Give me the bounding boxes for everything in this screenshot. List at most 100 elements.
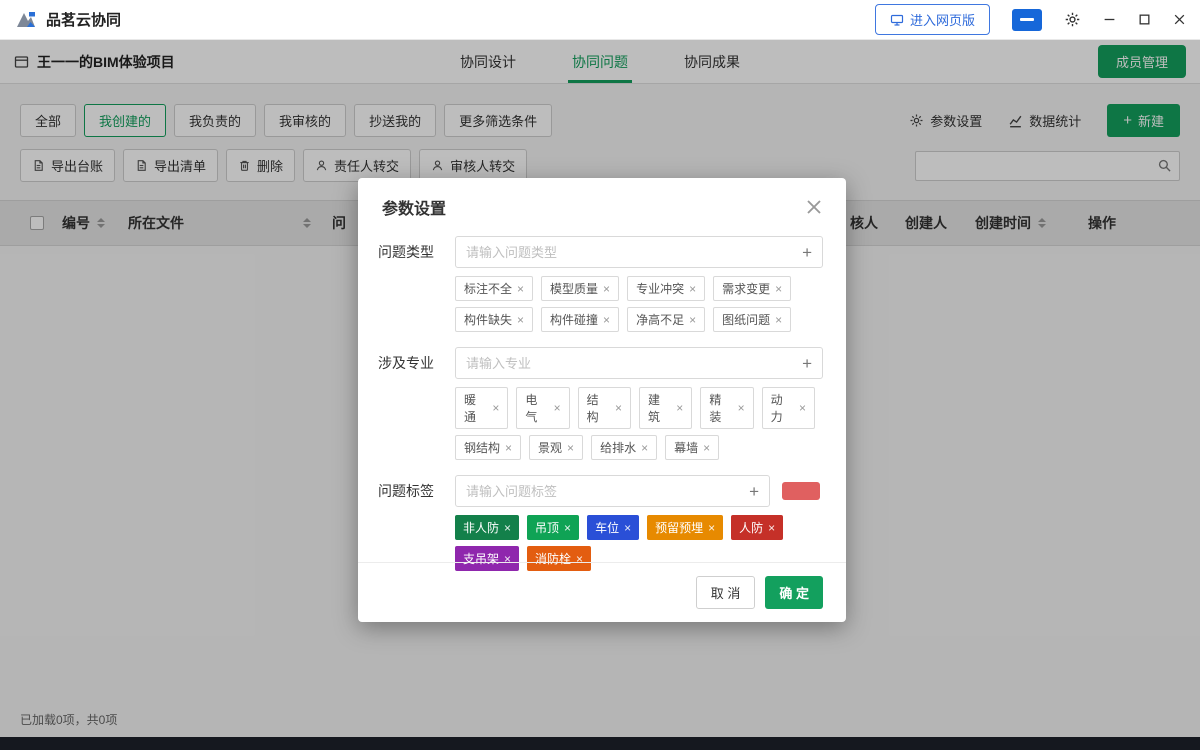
issue-tags-label: 问题标签 (378, 481, 455, 501)
color-tag-chip[interactable]: 非人防 (455, 515, 519, 540)
remove-tag-icon[interactable] (615, 402, 622, 414)
tag-label: 需求变更 (722, 280, 770, 297)
remove-tag-icon[interactable] (567, 442, 574, 454)
color-tag-chip[interactable]: 车位 (587, 515, 639, 540)
remove-tag-icon[interactable] (504, 522, 511, 534)
remove-tag-icon[interactable] (603, 314, 610, 326)
issue-type-input-wrap (455, 236, 823, 268)
tag-chip[interactable]: 景观 (529, 435, 583, 460)
remove-tag-icon[interactable] (624, 522, 631, 534)
remove-tag-icon[interactable] (505, 442, 512, 454)
maximize-button[interactable] (1138, 13, 1151, 26)
tag-chip[interactable]: 专业冲突 (627, 276, 705, 301)
tag-label: 图纸问题 (722, 311, 770, 328)
tag-chip[interactable]: 需求变更 (713, 276, 791, 301)
remove-tag-icon[interactable] (775, 314, 782, 326)
issue-type-tags: 标注不全 模型质量 专业冲突 需求变更 构件缺失 构件碰撞 净高不足 图纸问题 (378, 276, 823, 332)
tag-label: 预留预埋 (655, 519, 703, 536)
issue-type-field: 问题类型 (378, 236, 823, 268)
issue-type-label: 问题类型 (378, 242, 455, 262)
assistant-icon (1020, 18, 1034, 21)
tag-label: 给排水 (600, 439, 636, 456)
tag-chip[interactable]: 动力 (762, 387, 815, 429)
tag-chip[interactable]: 暖通 (455, 387, 508, 429)
tag-label: 建筑 (648, 391, 671, 425)
remove-tag-icon[interactable] (708, 522, 715, 534)
modal-title: 参数设置 (382, 195, 446, 219)
tag-label: 模型质量 (550, 280, 598, 297)
tag-label: 暖通 (464, 391, 487, 425)
remove-tag-icon[interactable] (738, 402, 745, 414)
modal-footer: 取 消 确 定 (358, 562, 846, 622)
color-tag-chip[interactable]: 人防 (731, 515, 783, 540)
confirm-button[interactable]: 确 定 (765, 576, 823, 609)
add-major-icon[interactable] (802, 355, 812, 372)
remove-tag-icon[interactable] (689, 314, 696, 326)
color-tag-chip[interactable]: 吊顶 (527, 515, 579, 540)
remove-tag-icon[interactable] (799, 402, 806, 414)
tag-label: 精装 (709, 391, 732, 425)
tag-chip[interactable]: 构件碰撞 (541, 307, 619, 332)
tag-label: 动力 (771, 391, 794, 425)
add-issue-type-icon[interactable] (802, 244, 812, 261)
titlebar: 品茗云协同 进入网页版 (0, 0, 1200, 40)
app-title: 品茗云协同 (46, 9, 121, 30)
add-issue-tag-icon[interactable] (749, 483, 759, 500)
cancel-button[interactable]: 取 消 (696, 576, 756, 609)
close-button[interactable] (1173, 13, 1186, 26)
tag-chip[interactable]: 钢结构 (455, 435, 521, 460)
remove-tag-icon[interactable] (703, 442, 710, 454)
minimize-button[interactable] (1103, 13, 1116, 26)
color-tag-chip[interactable]: 预留预埋 (647, 515, 723, 540)
tag-chip[interactable]: 构件缺失 (455, 307, 533, 332)
majors-label: 涉及专业 (378, 353, 455, 373)
tag-label: 人防 (739, 519, 763, 536)
tag-label: 净高不足 (636, 311, 684, 328)
tag-label: 幕墙 (674, 439, 698, 456)
tag-label: 非人防 (463, 519, 499, 536)
assistant-button[interactable] (1012, 9, 1042, 31)
remove-tag-icon[interactable] (775, 283, 782, 295)
tag-label: 电气 (525, 391, 548, 425)
remove-tag-icon[interactable] (603, 283, 610, 295)
tag-chip[interactable]: 结构 (578, 387, 631, 429)
majors-input[interactable] (466, 356, 802, 371)
tag-chip[interactable]: 幕墙 (665, 435, 719, 460)
tag-label: 钢结构 (464, 439, 500, 456)
remove-tag-icon[interactable] (689, 283, 696, 295)
tag-label: 构件碰撞 (550, 311, 598, 328)
tag-color-swatch[interactable] (782, 482, 820, 500)
remove-tag-icon[interactable] (676, 402, 683, 414)
issue-type-input[interactable] (466, 245, 802, 260)
issue-tags-field: 问题标签 (378, 475, 823, 507)
remove-tag-icon[interactable] (492, 402, 499, 414)
tag-chip[interactable]: 标注不全 (455, 276, 533, 301)
tag-chip[interactable]: 电气 (516, 387, 569, 429)
app-window: 品茗云协同 进入网页版 (0, 0, 1200, 750)
remove-tag-icon[interactable] (768, 522, 775, 534)
tag-chip[interactable]: 模型质量 (541, 276, 619, 301)
remove-tag-icon[interactable] (517, 283, 524, 295)
tag-label: 专业冲突 (636, 280, 684, 297)
tag-chip[interactable]: 建筑 (639, 387, 692, 429)
modal-close-icon[interactable] (806, 199, 822, 215)
majors-tags: 暖通 电气 结构 建筑 精装 动力 钢结构 景观 给排水 幕墙 (378, 387, 823, 460)
issue-tags-input[interactable] (466, 484, 749, 499)
tag-label: 吊顶 (535, 519, 559, 536)
tag-label: 构件缺失 (464, 311, 512, 328)
monitor-icon (890, 14, 904, 26)
tag-chip[interactable]: 图纸问题 (713, 307, 791, 332)
tag-chip[interactable]: 给排水 (591, 435, 657, 460)
tag-chip[interactable]: 精装 (700, 387, 753, 429)
app-logo-icon (14, 8, 38, 32)
tag-chip[interactable]: 净高不足 (627, 307, 705, 332)
remove-tag-icon[interactable] (554, 402, 561, 414)
remove-tag-icon[interactable] (641, 442, 648, 454)
enter-web-version-button[interactable]: 进入网页版 (875, 4, 990, 35)
remove-tag-icon[interactable] (517, 314, 524, 326)
param-settings-modal: 参数设置 问题类型 标注不全 模型质量 专业冲突 需求变更 (358, 178, 846, 622)
remove-tag-icon[interactable] (564, 522, 571, 534)
enter-web-version-label: 进入网页版 (910, 10, 975, 29)
settings-gear-icon[interactable] (1064, 11, 1081, 28)
majors-field: 涉及专业 (378, 347, 823, 379)
